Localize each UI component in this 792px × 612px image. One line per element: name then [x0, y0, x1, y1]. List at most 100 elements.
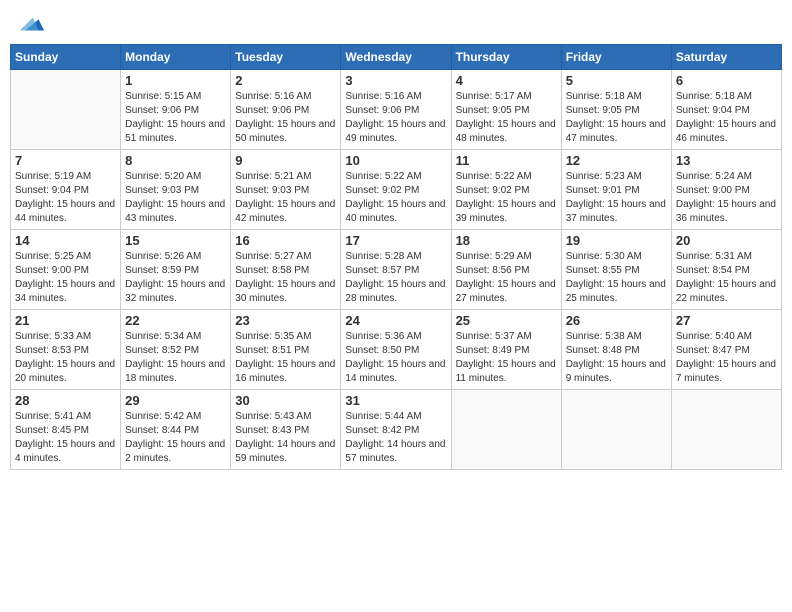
calendar-cell: 27 Sunrise: 5:40 AMSunset: 8:47 PMDayligh… — [671, 310, 781, 390]
cell-info: Sunrise: 5:36 AMSunset: 8:50 PMDaylight:… — [345, 330, 446, 386]
header-thursday: Thursday — [451, 45, 561, 70]
calendar-cell: 1 Sunrise: 5:15 AMSunset: 9:06 PMDaylight… — [121, 70, 231, 150]
day-number: 9 — [235, 153, 336, 168]
calendar-cell — [451, 390, 561, 470]
cell-info: Sunrise: 5:31 AMSunset: 8:54 PMDaylight:… — [676, 250, 777, 306]
cell-info: Sunrise: 5:18 AMSunset: 9:04 PMDaylight:… — [676, 90, 777, 146]
day-number: 3 — [345, 73, 446, 88]
calendar-cell: 15 Sunrise: 5:26 AMSunset: 8:59 PMDayligh… — [121, 230, 231, 310]
calendar-cell: 16 Sunrise: 5:27 AMSunset: 8:58 PMDayligh… — [231, 230, 341, 310]
day-number: 10 — [345, 153, 446, 168]
day-number: 19 — [566, 233, 667, 248]
day-number: 14 — [15, 233, 116, 248]
day-number: 30 — [235, 393, 336, 408]
cell-info: Sunrise: 5:16 AMSunset: 9:06 PMDaylight:… — [345, 90, 446, 146]
calendar-cell: 23 Sunrise: 5:35 AMSunset: 8:51 PMDayligh… — [231, 310, 341, 390]
day-number: 13 — [676, 153, 777, 168]
day-number: 25 — [456, 313, 557, 328]
calendar-table: SundayMondayTuesdayWednesdayThursdayFrid… — [10, 44, 782, 470]
calendar-cell: 24 Sunrise: 5:36 AMSunset: 8:50 PMDayligh… — [341, 310, 451, 390]
calendar-cell: 9 Sunrise: 5:21 AMSunset: 9:03 PMDaylight… — [231, 150, 341, 230]
cell-info: Sunrise: 5:38 AMSunset: 8:48 PMDaylight:… — [566, 330, 667, 386]
calendar-cell: 31 Sunrise: 5:44 AMSunset: 8:42 PMDayligh… — [341, 390, 451, 470]
header-tuesday: Tuesday — [231, 45, 341, 70]
calendar-cell: 12 Sunrise: 5:23 AMSunset: 9:01 PMDayligh… — [561, 150, 671, 230]
calendar-cell — [671, 390, 781, 470]
cell-info: Sunrise: 5:16 AMSunset: 9:06 PMDaylight:… — [235, 90, 336, 146]
day-number: 21 — [15, 313, 116, 328]
header-saturday: Saturday — [671, 45, 781, 70]
cell-info: Sunrise: 5:41 AMSunset: 8:45 PMDaylight:… — [15, 410, 116, 466]
cell-info: Sunrise: 5:21 AMSunset: 9:03 PMDaylight:… — [235, 170, 336, 226]
day-number: 11 — [456, 153, 557, 168]
day-number: 5 — [566, 73, 667, 88]
logo — [14, 10, 46, 38]
day-number: 8 — [125, 153, 226, 168]
day-number: 16 — [235, 233, 336, 248]
calendar-cell: 2 Sunrise: 5:16 AMSunset: 9:06 PMDaylight… — [231, 70, 341, 150]
cell-info: Sunrise: 5:22 AMSunset: 9:02 PMDaylight:… — [456, 170, 557, 226]
calendar-cell: 13Sunrise: 5:24 AMSunset: 9:00 PMDayligh… — [671, 150, 781, 230]
day-number: 15 — [125, 233, 226, 248]
calendar-cell — [561, 390, 671, 470]
page-header — [10, 10, 782, 38]
calendar-cell: 22Sunrise: 5:34 AMSunset: 8:52 PMDayligh… — [121, 310, 231, 390]
header-friday: Friday — [561, 45, 671, 70]
calendar-cell: 20Sunrise: 5:31 AMSunset: 8:54 PMDayligh… — [671, 230, 781, 310]
day-number: 24 — [345, 313, 446, 328]
day-number: 12 — [566, 153, 667, 168]
calendar-cell: 19 Sunrise: 5:30 AMSunset: 8:55 PMDayligh… — [561, 230, 671, 310]
cell-info: Sunrise: 5:29 AMSunset: 8:56 PMDaylight:… — [456, 250, 557, 306]
cell-info: Sunrise: 5:26 AMSunset: 8:59 PMDaylight:… — [125, 250, 226, 306]
cell-info: Sunrise: 5:43 AMSunset: 8:43 PMDaylight:… — [235, 410, 336, 466]
cell-info: Sunrise: 5:28 AMSunset: 8:57 PMDaylight:… — [345, 250, 446, 306]
header-monday: Monday — [121, 45, 231, 70]
cell-info: Sunrise: 5:30 AMSunset: 8:55 PMDaylight:… — [566, 250, 667, 306]
day-number: 23 — [235, 313, 336, 328]
day-number: 1 — [125, 73, 226, 88]
calendar-cell: 29 Sunrise: 5:42 AMSunset: 8:44 PMDayligh… — [121, 390, 231, 470]
calendar-cell: 25 Sunrise: 5:37 AMSunset: 8:49 PMDayligh… — [451, 310, 561, 390]
day-number: 29 — [125, 393, 226, 408]
header-sunday: Sunday — [11, 45, 121, 70]
logo-icon — [18, 10, 46, 38]
day-number: 17 — [345, 233, 446, 248]
calendar-cell: 18 Sunrise: 5:29 AMSunset: 8:56 PMDayligh… — [451, 230, 561, 310]
cell-info: Sunrise: 5:44 AMSunset: 8:42 PMDaylight:… — [345, 410, 446, 466]
cell-info: Sunrise: 5:42 AMSunset: 8:44 PMDaylight:… — [125, 410, 226, 466]
cell-info: Sunrise: 5:18 AMSunset: 9:05 PMDaylight:… — [566, 90, 667, 146]
calendar-cell: 7Sunrise: 5:19 AMSunset: 9:04 PMDaylight… — [11, 150, 121, 230]
calendar-cell: 8 Sunrise: 5:20 AMSunset: 9:03 PMDaylight… — [121, 150, 231, 230]
calendar-cell: 5 Sunrise: 5:18 AMSunset: 9:05 PMDaylight… — [561, 70, 671, 150]
day-number: 7 — [15, 153, 116, 168]
cell-info: Sunrise: 5:15 AMSunset: 9:06 PMDaylight:… — [125, 90, 226, 146]
cell-info: Sunrise: 5:35 AMSunset: 8:51 PMDaylight:… — [235, 330, 336, 386]
day-number: 18 — [456, 233, 557, 248]
cell-info: Sunrise: 5:25 AMSunset: 9:00 PMDaylight:… — [15, 250, 116, 306]
cell-info: Sunrise: 5:27 AMSunset: 8:58 PMDaylight:… — [235, 250, 336, 306]
day-number: 2 — [235, 73, 336, 88]
cell-info: Sunrise: 5:40 AMSunset: 8:47 PMDaylight:… — [676, 330, 777, 386]
day-number: 4 — [456, 73, 557, 88]
day-number: 28 — [15, 393, 116, 408]
cell-info: Sunrise: 5:20 AMSunset: 9:03 PMDaylight:… — [125, 170, 226, 226]
calendar-week-row: 1 Sunrise: 5:15 AMSunset: 9:06 PMDaylight… — [11, 70, 782, 150]
calendar-cell: 26Sunrise: 5:38 AMSunset: 8:48 PMDayligh… — [561, 310, 671, 390]
cell-info: Sunrise: 5:33 AMSunset: 8:53 PMDaylight:… — [15, 330, 116, 386]
cell-info: Sunrise: 5:37 AMSunset: 8:49 PMDaylight:… — [456, 330, 557, 386]
cell-info: Sunrise: 5:22 AMSunset: 9:02 PMDaylight:… — [345, 170, 446, 226]
day-number: 27 — [676, 313, 777, 328]
cell-info: Sunrise: 5:23 AMSunset: 9:01 PMDaylight:… — [566, 170, 667, 226]
calendar-cell: 30 Sunrise: 5:43 AMSunset: 8:43 PMDayligh… — [231, 390, 341, 470]
calendar-week-row: 28 Sunrise: 5:41 AMSunset: 8:45 PMDayligh… — [11, 390, 782, 470]
calendar-cell: 14 Sunrise: 5:25 AMSunset: 9:00 PMDayligh… — [11, 230, 121, 310]
calendar-cell: 28 Sunrise: 5:41 AMSunset: 8:45 PMDayligh… — [11, 390, 121, 470]
cell-info: Sunrise: 5:34 AMSunset: 8:52 PMDaylight:… — [125, 330, 226, 386]
calendar-cell: 11 Sunrise: 5:22 AMSunset: 9:02 PMDayligh… — [451, 150, 561, 230]
calendar-cell: 17 Sunrise: 5:28 AMSunset: 8:57 PMDayligh… — [341, 230, 451, 310]
calendar-cell: 4Sunrise: 5:17 AMSunset: 9:05 PMDaylight… — [451, 70, 561, 150]
header-wednesday: Wednesday — [341, 45, 451, 70]
calendar-cell — [11, 70, 121, 150]
calendar-cell: 10 Sunrise: 5:22 AMSunset: 9:02 PMDayligh… — [341, 150, 451, 230]
day-number: 31 — [345, 393, 446, 408]
